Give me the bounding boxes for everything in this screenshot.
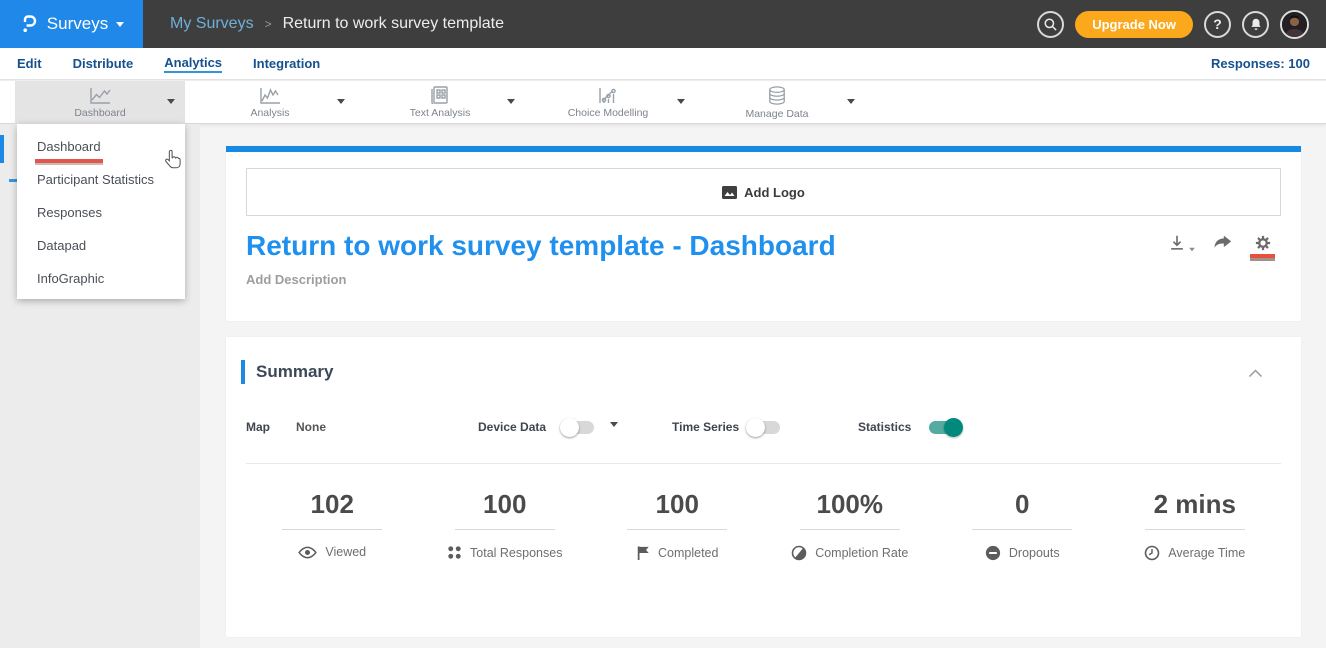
question-mark-icon: ? — [1213, 16, 1222, 32]
upgrade-now-button[interactable]: Upgrade Now — [1075, 11, 1193, 38]
notifications-button[interactable] — [1242, 11, 1269, 38]
menu-item-infographic[interactable]: InfoGraphic — [17, 262, 185, 295]
ribbon-manage-data-caret[interactable] — [847, 99, 855, 104]
summary-controls: Map None Device Data Time Series Statist… — [226, 409, 1301, 445]
statistics-toggle[interactable] — [926, 418, 963, 437]
ribbon-item-label: Manage Data — [745, 108, 808, 120]
gear-icon — [1254, 234, 1272, 252]
eye-icon — [298, 546, 317, 559]
title-card: Add Logo Return to work survey template … — [226, 146, 1301, 321]
stat-completed: 100 Completed — [591, 477, 764, 561]
tab-distribute[interactable]: Distribute — [73, 56, 134, 72]
bell-icon — [1249, 17, 1263, 32]
ribbon-analysis-caret[interactable] — [337, 99, 345, 104]
survey-nav: Edit Distribute Analytics Integration Re… — [0, 48, 1326, 80]
analytics-ribbon: Dashboard Analysis Text Analysis — [0, 80, 1326, 124]
card-accent-bar — [226, 146, 1301, 152]
ribbon-manage-data[interactable]: Manage Data — [707, 81, 847, 124]
ribbon-item-label: Analysis — [250, 107, 289, 119]
stat-average-time: 2 mins Average Time — [1109, 477, 1282, 561]
chevron-down-icon — [116, 22, 124, 27]
minus-circle-icon — [985, 545, 1001, 561]
dots-grid-icon — [447, 545, 462, 560]
time-series-label: Time Series — [672, 409, 739, 445]
add-logo-dropzone[interactable]: Add Logo — [246, 168, 1281, 216]
statistics-label: Statistics — [858, 409, 911, 445]
summary-heading: Summary — [256, 362, 333, 382]
document-grid-icon — [430, 86, 450, 104]
questionpro-logo-icon — [19, 12, 39, 36]
download-button[interactable] — [1168, 234, 1196, 252]
page-title: Return to work survey template - Dashboa… — [246, 230, 836, 262]
contrast-icon — [791, 545, 807, 561]
collapse-chevron-icon[interactable] — [1248, 369, 1263, 378]
help-button[interactable]: ? — [1204, 11, 1231, 38]
menu-item-responses[interactable]: Responses — [17, 196, 185, 229]
share-button[interactable] — [1213, 234, 1233, 252]
device-data-toggle[interactable] — [560, 418, 597, 437]
settings-highlight-shadow — [1250, 258, 1275, 261]
summary-card: Summary Map None Device Data Time Series… — [226, 337, 1301, 637]
download-caret — [1189, 248, 1195, 252]
flag-icon — [636, 545, 650, 561]
ribbon-choice-modelling[interactable]: Choice Modelling — [538, 81, 678, 124]
stat-total-responses: 100 Total Responses — [419, 477, 592, 561]
image-icon — [722, 186, 737, 199]
ribbon-dashboard[interactable]: Dashboard — [30, 81, 170, 124]
stats-divider — [246, 463, 1281, 464]
ribbon-dashboard-caret[interactable] — [167, 99, 175, 104]
map-label: Map — [246, 409, 270, 445]
clock-icon — [1144, 545, 1160, 561]
tab-analytics[interactable]: Analytics — [164, 55, 222, 73]
responses-count: Responses: 100 — [1211, 48, 1310, 79]
ribbon-item-label: Choice Modelling — [568, 107, 649, 119]
add-logo-label: Add Logo — [744, 185, 805, 200]
line-chart-icon — [88, 87, 112, 104]
menu-item-datapad[interactable]: Datapad — [17, 229, 185, 262]
section-accent-bar — [241, 360, 245, 384]
ribbon-text-analysis[interactable]: Text Analysis — [370, 81, 510, 124]
title-actions — [1168, 234, 1275, 261]
device-data-label: Device Data — [478, 409, 546, 445]
stat-completion-rate: 100% Completion Rate — [764, 477, 937, 561]
stats-row: 102 Viewed 100 To — [246, 477, 1281, 561]
search-button[interactable] — [1037, 11, 1064, 38]
tab-edit[interactable]: Edit — [17, 56, 42, 72]
ribbon-item-label: Dashboard — [74, 107, 125, 119]
header-actions: Upgrade Now ? — [1037, 0, 1309, 48]
app-root: Surveys My Surveys > Return to work surv… — [0, 0, 1326, 648]
avatar-photo — [1282, 12, 1307, 37]
tab-integration[interactable]: Integration — [253, 56, 320, 72]
hand-cursor-icon — [160, 149, 181, 171]
ribbon-text-analysis-caret[interactable] — [507, 99, 515, 104]
stat-dropouts: 0 Dropouts — [936, 477, 1109, 561]
map-select-value[interactable]: None — [296, 409, 326, 445]
top-header: Surveys My Surveys > Return to work surv… — [0, 0, 1326, 48]
product-label: Surveys — [47, 14, 108, 34]
breadcrumb-my-surveys[interactable]: My Surveys — [170, 15, 254, 33]
breadcrumb-separator: > — [265, 17, 272, 31]
database-icon — [766, 86, 788, 105]
map-select-caret[interactable] — [610, 422, 618, 427]
stat-viewed: 102 Viewed — [246, 477, 419, 561]
ribbon-analysis[interactable]: Analysis — [200, 81, 340, 124]
breadcrumb-current: Return to work survey template — [283, 15, 504, 33]
avatar[interactable] — [1280, 10, 1309, 39]
settings-button[interactable] — [1250, 234, 1275, 261]
time-series-toggle[interactable] — [746, 418, 783, 437]
breadcrumb: My Surveys > Return to work survey templ… — [170, 0, 504, 48]
ribbon-choice-modelling-caret[interactable] — [677, 99, 685, 104]
sidebar-active-indicator — [0, 135, 4, 163]
scatter-chart-icon — [597, 87, 619, 104]
summary-header: Summary — [241, 360, 333, 384]
download-icon — [1168, 234, 1186, 252]
line-chart-icon — [258, 87, 282, 104]
add-description[interactable]: Add Description — [246, 272, 346, 287]
ribbon-item-label: Text Analysis — [410, 107, 471, 119]
share-icon — [1213, 234, 1233, 252]
search-icon — [1043, 17, 1058, 32]
product-switcher[interactable]: Surveys — [0, 0, 143, 48]
